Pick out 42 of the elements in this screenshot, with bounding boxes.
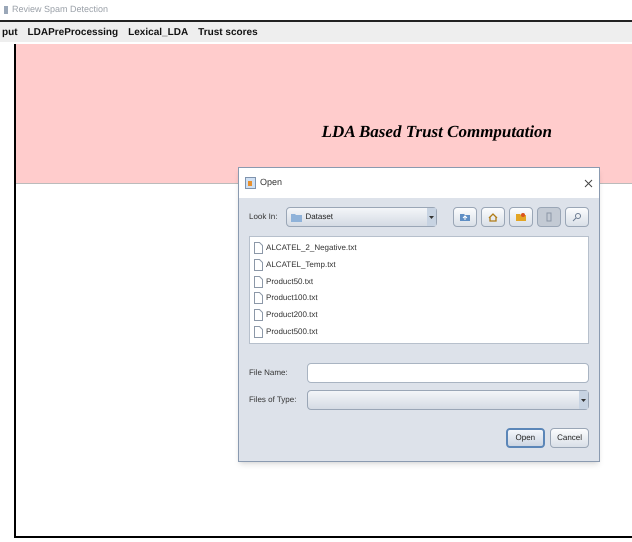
look-in-dropdown[interactable]: Dataset bbox=[286, 207, 437, 227]
file-icon bbox=[254, 276, 263, 288]
details-view-icon bbox=[571, 211, 583, 223]
file-name-label: File Name: bbox=[249, 367, 289, 379]
folder-icon bbox=[291, 212, 302, 222]
file-icon bbox=[254, 258, 263, 271]
app-icon bbox=[4, 6, 8, 14]
close-icon[interactable] bbox=[584, 178, 593, 188]
dialog-button[interactable]: Open bbox=[506, 428, 546, 448]
file-icon bbox=[254, 292, 263, 304]
file-icon bbox=[254, 309, 263, 322]
new-folder-icon bbox=[515, 211, 527, 223]
file-icon bbox=[254, 242, 263, 254]
toolbar-button[interactable] bbox=[481, 207, 505, 227]
toolbar-button[interactable] bbox=[565, 207, 589, 227]
dialog-button[interactable]: Cancel bbox=[550, 428, 589, 448]
home-icon bbox=[487, 211, 499, 223]
folder-up-icon bbox=[459, 211, 471, 223]
file-item[interactable]: Product500.txt bbox=[266, 326, 318, 338]
toolbar-button[interactable] bbox=[509, 207, 533, 227]
toolbar-button[interactable] bbox=[537, 207, 561, 227]
dialog-title: Open bbox=[260, 176, 282, 190]
file-item[interactable]: Product50.txt bbox=[266, 276, 314, 288]
file-item[interactable]: Product100.txt bbox=[266, 292, 318, 304]
toolbar-button[interactable] bbox=[453, 207, 477, 227]
menu-item[interactable]: Lexical_LDA bbox=[128, 24, 188, 40]
file-icon bbox=[254, 326, 263, 338]
file-name-field[interactable] bbox=[307, 363, 589, 383]
menu-item[interactable]: Trust scores bbox=[198, 24, 258, 40]
file-item[interactable]: ALCATEL_Temp.txt bbox=[266, 258, 336, 271]
menu-item[interactable]: LDAPreProcessing bbox=[28, 24, 118, 40]
menu-item[interactable]: put bbox=[2, 24, 18, 40]
file-item[interactable]: ALCATEL_2_Negative.txt bbox=[266, 242, 357, 254]
file-item[interactable]: Product200.txt bbox=[266, 309, 318, 322]
document-icon bbox=[245, 177, 256, 189]
look-in-label: Look In: bbox=[249, 211, 278, 223]
files-of-type-label: Files of Type: bbox=[249, 394, 297, 406]
caret-icon bbox=[427, 208, 436, 226]
caret-icon bbox=[579, 391, 588, 409]
banner-title: LDA Based Trust Commputation bbox=[322, 120, 552, 143]
files-of-type-dropdown[interactable] bbox=[307, 390, 589, 410]
window-title: Review Spam Detection bbox=[12, 3, 108, 16]
